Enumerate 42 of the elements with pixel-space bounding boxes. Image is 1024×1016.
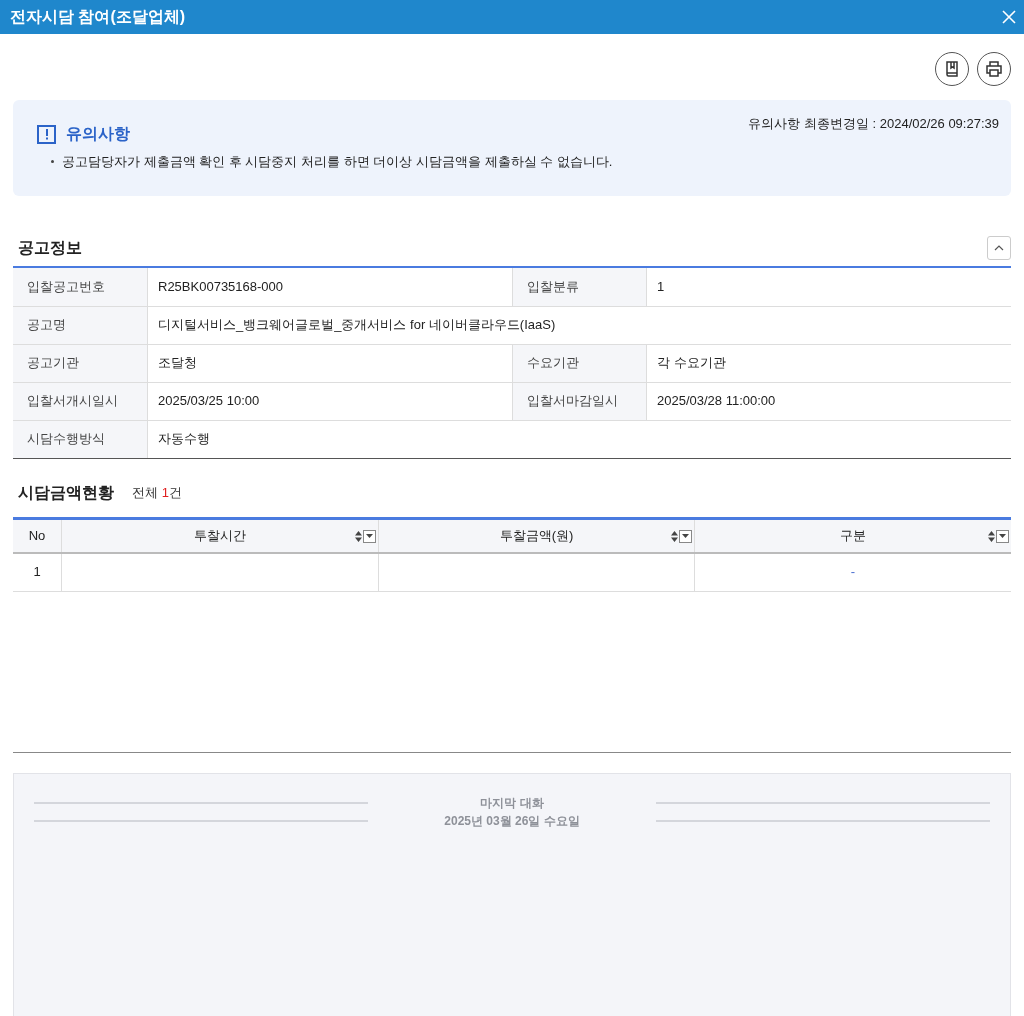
notice-updated-date: 유의사항 최종변경일 : 2024/02/26 09:27:39 bbox=[748, 115, 999, 133]
caret-icon bbox=[682, 534, 689, 538]
field-label: 입찰분류 bbox=[512, 267, 646, 306]
window-title: 전자시담 참여(조달업체) bbox=[10, 7, 186, 27]
table-cell-text: 1 bbox=[33, 563, 41, 582]
field-label: 시담수행방식 bbox=[13, 420, 147, 458]
warning-icon bbox=[37, 124, 56, 144]
manual-button[interactable] bbox=[935, 52, 969, 86]
field-label: 공고명 bbox=[13, 306, 147, 344]
column-header[interactable]: 구분 bbox=[840, 525, 866, 546]
filter-button[interactable] bbox=[996, 529, 1009, 543]
caret-icon bbox=[999, 534, 1006, 538]
field-label: 입찰공고번호 bbox=[13, 267, 147, 306]
column-header[interactable]: 투찰금액(원) bbox=[499, 525, 574, 546]
field-value: 1 bbox=[646, 267, 1011, 306]
field-label: 입찰서개시일시 bbox=[13, 382, 147, 420]
print-icon bbox=[985, 60, 1003, 78]
section-title: 시담금액현황 bbox=[18, 482, 114, 503]
notice-text: 공고담당자가 제출금액 확인 후 시담중지 처리를 하면 더이상 시담금액을 제출하실 수 없습니다. bbox=[62, 153, 613, 171]
print-button[interactable] bbox=[977, 52, 1011, 86]
filter-button[interactable] bbox=[363, 529, 376, 543]
caret-icon bbox=[366, 534, 373, 538]
chevron-up-icon bbox=[994, 244, 1004, 251]
field-label: 공고기관 bbox=[13, 344, 147, 382]
field-label: 입찰서마감일시 bbox=[512, 382, 646, 420]
column-header[interactable]: No bbox=[28, 525, 46, 546]
book-icon bbox=[943, 60, 961, 78]
field-value: 각 수요기관 bbox=[646, 344, 1011, 382]
chat-caption: 마지막 대화 bbox=[480, 794, 544, 812]
total-count: 전체 1건 bbox=[132, 483, 182, 502]
filter-button[interactable] bbox=[679, 529, 692, 543]
field-value: 자동수행 bbox=[147, 420, 1011, 458]
field-label: 수요기관 bbox=[512, 344, 646, 382]
chat-date: 2025년 03월 26일 수요일 bbox=[444, 812, 580, 830]
field-value: 디지털서비스_뱅크웨어글로벌_중개서비스 for 네이버클라우드(IaaS) bbox=[147, 306, 1011, 344]
table-cell-text: - bbox=[850, 563, 856, 582]
close-icon bbox=[1001, 9, 1017, 25]
notice-title: 유의사항 bbox=[66, 124, 130, 144]
field-value: 2025/03/28 11:00:00 bbox=[646, 382, 1011, 420]
bullet-icon bbox=[51, 160, 54, 164]
column-header[interactable]: 투찰시간 bbox=[194, 525, 246, 546]
section-title: 공고정보 bbox=[18, 237, 82, 258]
